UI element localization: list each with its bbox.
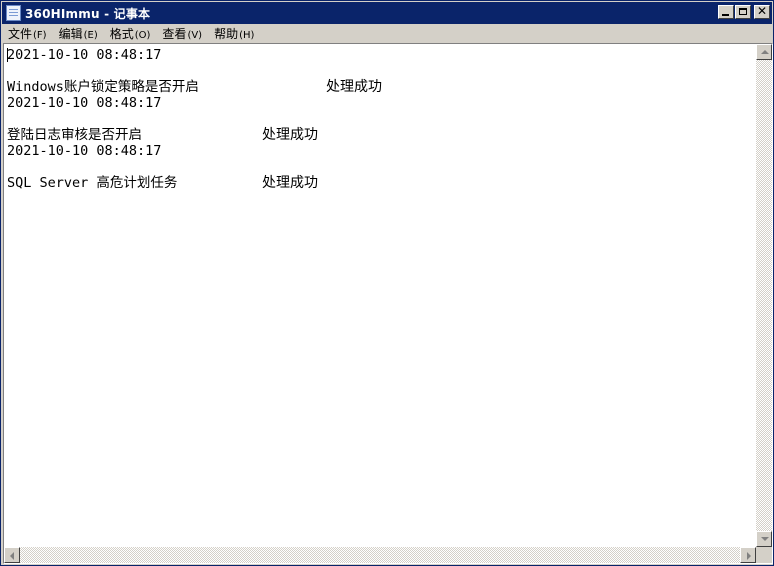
entry-timestamp: 2021-10-10 08:48:17 <box>7 47 162 63</box>
minimize-icon <box>722 14 729 16</box>
arrow-left-icon <box>10 552 14 560</box>
menu-edit-accel: (E) <box>83 30 98 41</box>
maximize-button[interactable] <box>735 5 751 19</box>
scroll-down-button[interactable] <box>756 531 772 547</box>
menu-format-accel: (O) <box>134 30 151 41</box>
menu-view-accel: (V) <box>187 30 203 41</box>
menu-file-accel: (F) <box>33 30 47 41</box>
menu-file-label: 文件 <box>8 27 33 41</box>
window-controls: ✕ <box>717 4 770 19</box>
menu-help-label: 帮助 <box>214 27 239 41</box>
menu-format[interactable]: 格式(O) <box>104 25 157 42</box>
entry-timestamp: 2021-10-10 08:48:17 <box>7 143 162 159</box>
maximize-icon <box>739 8 747 15</box>
scroll-right-button[interactable] <box>740 547 756 563</box>
menu-format-label: 格式 <box>109 27 134 41</box>
minimize-button[interactable] <box>718 5 734 19</box>
entry-status: 处理成功 <box>326 79 382 95</box>
arrow-up-icon <box>761 50 769 54</box>
entry-status: 处理成功 <box>262 175 318 191</box>
vertical-scrollbar[interactable] <box>756 44 772 547</box>
entry-status: 处理成功 <box>262 127 318 143</box>
menu-file[interactable]: 文件(F) <box>2 25 53 42</box>
menu-help-accel: (H) <box>239 30 255 41</box>
scroll-left-button[interactable] <box>4 547 20 563</box>
menu-edit-label: 编辑 <box>58 27 83 41</box>
arrow-right-icon <box>747 552 751 560</box>
notepad-window: 360HImmu - 记事本 ✕ 文件(F) 编辑(E) 格式(O) 查看(V) <box>0 0 774 566</box>
editor-frame: 2021-10-10 08:48:17 Windows账户锁定策略是否开启 处理… <box>3 43 773 564</box>
window-title: 360HImmu - 记事本 <box>25 6 151 21</box>
text-editor[interactable]: 2021-10-10 08:48:17 Windows账户锁定策略是否开启 处理… <box>5 45 755 545</box>
menu-view-label: 查看 <box>162 27 187 41</box>
notepad-icon[interactable] <box>6 5 21 21</box>
size-grip[interactable] <box>756 547 772 563</box>
entry-task: 登陆日志审核是否开启 <box>7 127 142 143</box>
scroll-up-button[interactable] <box>756 44 772 60</box>
menu-edit[interactable]: 编辑(E) <box>53 25 104 42</box>
menu-bar: 文件(F) 编辑(E) 格式(O) 查看(V) 帮助(H) <box>2 24 772 43</box>
menu-help[interactable]: 帮助(H) <box>208 25 260 42</box>
close-icon: ✕ <box>756 4 768 18</box>
arrow-down-icon <box>761 537 769 541</box>
horizontal-scrollbar[interactable] <box>4 547 756 563</box>
entry-task: Windows账户锁定策略是否开启 <box>7 79 199 95</box>
entry-timestamp: 2021-10-10 08:48:17 <box>7 95 162 111</box>
title-bar[interactable]: 360HImmu - 记事本 ✕ <box>2 2 772 24</box>
close-button[interactable]: ✕ <box>754 4 770 19</box>
menu-view[interactable]: 查看(V) <box>156 25 208 42</box>
entry-task: SQL Server 高危计划任务 <box>7 175 178 191</box>
